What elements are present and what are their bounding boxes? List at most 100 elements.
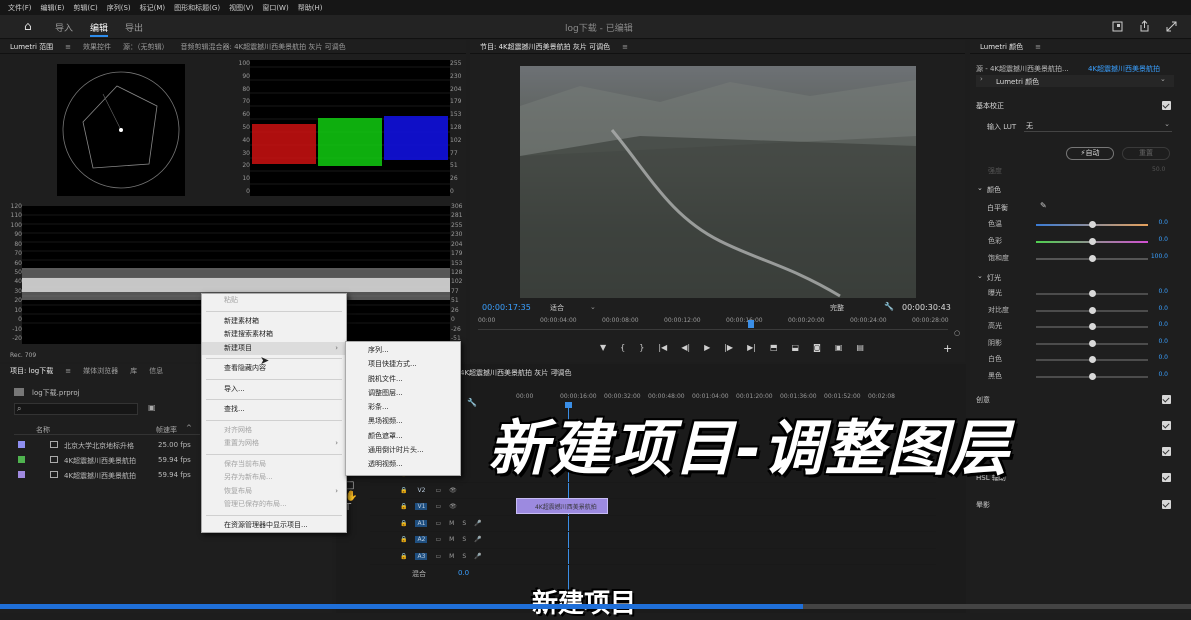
submenu-item[interactable]: 通用倒计时片头... <box>346 444 460 458</box>
extract-icon[interactable]: ⬓ <box>792 343 800 352</box>
rectangle-tool-icon[interactable]: □ <box>345 480 363 491</box>
program-ruler[interactable]: 00:00 00:00:04:00 00:00:08:00 00:00:12:00 00… <box>478 316 949 328</box>
submenu-item[interactable]: 颜色遮罩... <box>346 430 460 444</box>
fullscreen-icon[interactable] <box>1166 21 1177 32</box>
lumetri-source[interactable]: 源 - 4K超震撼川西美景航拍... <box>976 64 1069 74</box>
context-menu-item[interactable]: 新建搜索素材箱 <box>202 328 346 342</box>
tab-lumetri-color[interactable]: Lumetri 颜色 <box>980 42 1023 52</box>
slider-row[interactable]: 对比度 0.0 <box>988 305 1168 317</box>
tab-import[interactable]: 导入 <box>55 21 73 34</box>
track-label[interactable]: V1 <box>415 503 428 511</box>
type-tool-icon[interactable]: T <box>345 502 363 513</box>
menu-item[interactable]: 图形和标题(G) <box>174 3 220 13</box>
solo-button[interactable]: S <box>462 553 466 560</box>
slider-value[interactable]: 0.0 <box>1158 371 1168 378</box>
submenu-item[interactable]: 脱机文件... <box>346 373 460 387</box>
basic-correction-checkbox[interactable] <box>1162 101 1171 110</box>
lumetri-section-heading[interactable]: 晕影 <box>976 500 990 510</box>
eyedropper-icon[interactable]: ✎ <box>1040 201 1047 210</box>
slider-value[interactable]: 0.0 <box>1158 219 1168 226</box>
menu-item[interactable]: 序列(S) <box>107 3 131 13</box>
tab-info[interactable]: 信息 <box>149 366 163 376</box>
color-section-heading[interactable]: 颜色 <box>987 185 1001 195</box>
eye-icon[interactable]: 👁 <box>449 503 457 510</box>
resolution-dropdown[interactable]: 完整 <box>830 303 844 313</box>
lumetri-target[interactable]: 4K超震撼川西美景航拍 <box>1088 64 1160 74</box>
solo-button[interactable]: S <box>462 520 466 527</box>
submenu-item[interactable]: 彩条... <box>346 401 460 415</box>
auto-button[interactable]: ⚡自动 <box>1066 147 1114 160</box>
mute-button[interactable]: M <box>449 520 454 527</box>
lock-icon[interactable]: 🔒 <box>400 553 407 560</box>
share-icon[interactable] <box>1139 20 1150 32</box>
submenu-item[interactable]: 透明视频... <box>346 458 460 472</box>
mix-value[interactable]: 0.0 <box>458 569 469 577</box>
fit-dropdown[interactable]: 适合 <box>550 303 564 313</box>
slider-knob[interactable] <box>1089 306 1096 314</box>
solo-button[interactable]: S <box>462 536 466 543</box>
project-item[interactable]: 北京大学北京地标升格 25.00 fps <box>14 438 200 453</box>
mark-in-icon[interactable]: { <box>620 343 625 352</box>
column-name[interactable]: 名称 <box>36 425 50 435</box>
tab-lumetri-scopes[interactable]: Lumetri 范围 <box>10 42 53 52</box>
slider-row[interactable]: 阴影 0.0 <box>988 338 1168 350</box>
slider-value[interactable]: 0.0 <box>1158 305 1168 312</box>
hand-tool-icon[interactable]: ✋ <box>345 491 363 502</box>
video-progress-bar[interactable] <box>0 604 803 609</box>
mark-out-icon[interactable]: } <box>639 343 644 352</box>
slider-row[interactable]: 曝光 0.0 <box>988 288 1168 300</box>
tab-media-browser[interactable]: 媒体浏览器 <box>83 366 118 376</box>
input-lut-dropdown[interactable]: 无 ⌄ <box>1024 120 1172 132</box>
menu-item[interactable]: 窗口(W) <box>262 3 288 13</box>
context-menu-item[interactable]: 查找... <box>202 403 346 417</box>
track-label[interactable]: A1 <box>415 519 428 527</box>
slider-row[interactable]: 饱和度 100.0 <box>988 253 1168 265</box>
track-label[interactable]: A2 <box>415 536 428 544</box>
slider-value[interactable]: 100.0 <box>1151 253 1168 260</box>
section-checkbox[interactable] <box>1162 473 1171 482</box>
slider-row[interactable]: 白色 0.0 <box>988 354 1168 366</box>
go-to-out-icon[interactable]: ▶| <box>747 343 756 352</box>
slider-value[interactable]: 0.0 <box>1158 354 1168 361</box>
context-menu-item[interactable]: 新建项目 › <box>202 341 346 355</box>
slider-knob[interactable] <box>1089 339 1096 347</box>
slider-row[interactable]: 黑色 0.0 <box>988 371 1168 383</box>
section-checkbox[interactable] <box>1162 395 1171 404</box>
project-search-input[interactable] <box>14 403 138 415</box>
project-item[interactable]: 4K超震撼川西美景航拍 59.94 fps <box>14 468 200 483</box>
tab-source[interactable]: 源：（无剪辑） <box>123 42 169 52</box>
lock-icon[interactable]: 🔒 <box>400 520 407 527</box>
step-back-icon[interactable]: ◀| <box>681 343 690 352</box>
slider-value[interactable]: 0.0 <box>1158 321 1168 328</box>
submenu-item[interactable]: 黑场视频... <box>346 415 460 429</box>
tab-effect-controls[interactable]: 效果控件 <box>83 42 111 52</box>
lock-icon[interactable]: 🔒 <box>400 536 407 543</box>
track-label[interactable]: A3 <box>415 552 428 560</box>
mute-button[interactable]: M <box>449 536 454 543</box>
toggle-sync-icon[interactable]: ▭ <box>435 503 441 510</box>
slider-row[interactable]: 高光 0.0 <box>988 321 1168 333</box>
add-marker-icon[interactable]: ▼ <box>600 343 606 352</box>
program-timecode[interactable]: 00:00:17:35 <box>482 303 531 312</box>
context-menu-item[interactable]: 导入... <box>202 383 346 397</box>
sync-icon[interactable]: ▭ <box>435 520 441 527</box>
slider-row[interactable]: 色温 0.0 <box>988 219 1168 231</box>
add-button-icon[interactable]: + <box>943 342 952 355</box>
step-forward-icon[interactable]: |▶ <box>724 343 733 352</box>
workspace-icon[interactable] <box>1112 21 1123 32</box>
effect-selector[interactable]: › Lumetri 颜色 ⌄ <box>976 75 1174 87</box>
slider-knob[interactable] <box>1089 255 1096 262</box>
project-item[interactable]: 4K超震撼川西美景航拍 59.94 fps <box>14 453 200 468</box>
tab-library[interactable]: 库 <box>130 366 137 376</box>
overlay-icon[interactable]: ▤ <box>856 343 864 352</box>
menu-item[interactable]: 文件(F) <box>8 3 32 13</box>
section-checkbox[interactable] <box>1162 421 1171 430</box>
lift-icon[interactable]: ⬒ <box>770 343 778 352</box>
menu-item[interactable]: 视图(V) <box>229 3 253 13</box>
section-checkbox[interactable] <box>1162 447 1171 456</box>
slider-knob[interactable] <box>1089 290 1096 297</box>
wrench-icon[interactable]: 🔧 <box>884 302 894 311</box>
tab-project[interactable]: 项目: log下载 <box>10 366 53 376</box>
new-bin-icon[interactable]: ▣ <box>148 403 156 412</box>
mic-icon[interactable]: 🎤 <box>474 536 481 543</box>
